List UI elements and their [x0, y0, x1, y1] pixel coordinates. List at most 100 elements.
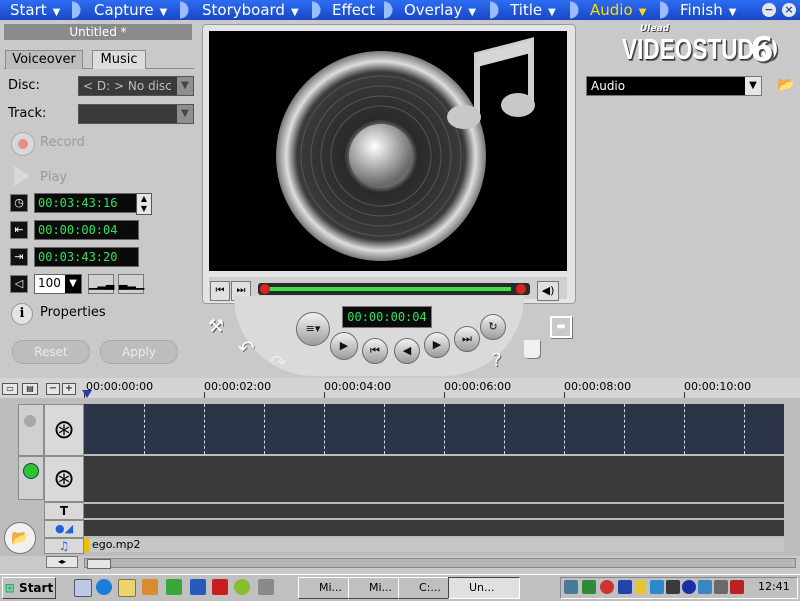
- scroll-arrows[interactable]: ◂▸: [46, 556, 78, 568]
- tools-icon[interactable]: ⚒: [208, 316, 224, 337]
- track-select[interactable]: ▼: [78, 104, 194, 124]
- menu-separator: [490, 0, 500, 20]
- chevron-down-icon: ▼: [177, 105, 193, 123]
- volume-icon[interactable]: ◁: [10, 275, 28, 293]
- close-button[interactable]: ×: [782, 3, 796, 17]
- ruler-label: 00:00:04:00: [324, 380, 392, 393]
- scrubber-start-marker[interactable]: [260, 284, 270, 294]
- ie-icon[interactable]: [96, 579, 112, 595]
- tray-icon[interactable]: [564, 580, 578, 594]
- title-track[interactable]: [84, 504, 784, 518]
- timecode-spinner[interactable]: ▲ ▼: [136, 193, 152, 215]
- task-button-4[interactable]: Un...: [448, 577, 520, 599]
- tray-icon[interactable]: [682, 580, 696, 594]
- library-select[interactable]: Audio ▼: [586, 76, 762, 96]
- undo-icon[interactable]: ↶: [238, 336, 255, 360]
- playhead-marker[interactable]: [82, 390, 92, 398]
- scrubber-end-marker[interactable]: [516, 284, 526, 294]
- menu-overlay[interactable]: Overlay ▼: [394, 0, 476, 20]
- folder-icon[interactable]: [118, 579, 136, 597]
- mark-out-icon[interactable]: ⇥: [10, 248, 28, 266]
- mark-in-icon[interactable]: ⇤: [10, 221, 28, 239]
- trash-icon[interactable]: [524, 340, 540, 358]
- start-button[interactable]: ⊞ Start: [2, 577, 56, 599]
- record-label[interactable]: Record: [40, 135, 85, 150]
- playback-scrubber[interactable]: [258, 283, 530, 295]
- tray-icon[interactable]: [730, 580, 744, 594]
- track-select-button[interactable]: ≡▾: [296, 312, 330, 346]
- overlay-track[interactable]: [84, 456, 784, 502]
- utility-icon[interactable]: [258, 579, 274, 595]
- zoom-in-icon[interactable]: +: [62, 383, 76, 395]
- disc-select[interactable]: < D: > No disc ▼: [78, 76, 194, 96]
- overlay-track-toggle[interactable]: [18, 456, 44, 500]
- minimize-button[interactable]: −: [762, 3, 776, 17]
- speaker-icon[interactable]: ◀): [537, 281, 559, 301]
- open-folder-button[interactable]: 📂: [4, 522, 36, 554]
- redo-icon[interactable]: ↷: [270, 350, 287, 374]
- tray-icon[interactable]: [600, 580, 614, 594]
- preview-timecode[interactable]: 00:00:00:04: [342, 306, 432, 328]
- duration-timecode[interactable]: 00:03:43:16: [34, 193, 139, 213]
- play-label[interactable]: Play: [40, 170, 67, 185]
- tray-icon[interactable]: [650, 580, 664, 594]
- tray-icon[interactable]: [714, 580, 728, 594]
- play-icon[interactable]: [14, 166, 30, 186]
- apply-button[interactable]: Apply: [100, 340, 178, 364]
- zoom-out-icon[interactable]: −: [46, 383, 60, 395]
- tab-music[interactable]: Music: [92, 50, 146, 69]
- menu-start[interactable]: Start ▼: [0, 0, 60, 20]
- voice-track[interactable]: [84, 520, 784, 536]
- end-button[interactable]: ⏭: [454, 326, 480, 352]
- storyboard-view-icon[interactable]: ▭: [2, 383, 18, 395]
- menu-capture[interactable]: Capture ▼: [84, 0, 167, 20]
- tool-icon[interactable]: [142, 579, 158, 595]
- play-button[interactable]: ▶: [330, 332, 358, 360]
- acrobat-icon[interactable]: [212, 579, 228, 595]
- scrollbar-thumb[interactable]: [87, 559, 111, 569]
- tray-icon[interactable]: [582, 580, 596, 594]
- timeline-scrollbar[interactable]: [84, 558, 796, 569]
- repeat-button[interactable]: ↻: [480, 314, 506, 340]
- mark-out-timecode[interactable]: 00:03:43:20: [34, 247, 139, 267]
- volume-select[interactable]: 100 ▼: [34, 274, 82, 294]
- tray-icon[interactable]: [666, 580, 680, 594]
- prev-frame-button[interactable]: ◀: [394, 338, 420, 364]
- home-button[interactable]: ⏮: [362, 338, 388, 364]
- next-frame-button[interactable]: ▶: [424, 332, 450, 358]
- globe-icon[interactable]: [166, 579, 182, 595]
- volume-value: 100: [38, 276, 61, 290]
- video-frame-divider: [324, 404, 325, 454]
- tray-icon[interactable]: [698, 580, 712, 594]
- fade-in-icon[interactable]: ▁▂▃: [88, 274, 114, 294]
- music-clip[interactable]: ego.mp2: [84, 538, 784, 552]
- info-icon[interactable]: i: [11, 303, 33, 325]
- menu-finish[interactable]: Finish ▼: [670, 0, 736, 20]
- help-icon[interactable]: ?: [492, 350, 502, 371]
- folder-open-icon[interactable]: 📂: [776, 76, 796, 94]
- menu-audio[interactable]: Audio ▼: [580, 0, 646, 20]
- music-track-icon: ♫: [44, 538, 84, 554]
- tray-icon[interactable]: [618, 580, 632, 594]
- reset-button[interactable]: Reset: [12, 340, 90, 364]
- menu-effect[interactable]: Effect: [322, 0, 381, 20]
- video-frame-divider: [564, 404, 565, 454]
- record-icon[interactable]: [11, 132, 35, 156]
- tab-voiceover[interactable]: Voiceover: [5, 50, 83, 69]
- tray-icon[interactable]: [636, 580, 646, 594]
- skip-start-icon[interactable]: ⏮: [210, 281, 230, 301]
- properties-label[interactable]: Properties: [40, 305, 106, 320]
- desktop-icon[interactable]: [74, 579, 92, 597]
- save-icon[interactable]: ▬: [550, 316, 572, 338]
- chevron-down-icon: ▼: [65, 275, 81, 293]
- ruler-label: 00:00:00:00: [86, 380, 154, 393]
- media-icon[interactable]: [190, 579, 206, 595]
- mark-in-timecode[interactable]: 00:00:00:04: [34, 220, 139, 240]
- app-icon[interactable]: [234, 579, 250, 595]
- fade-out-icon[interactable]: ▃▂▁: [118, 274, 144, 294]
- video-track-toggle[interactable]: [18, 404, 44, 456]
- timeline-view-icon[interactable]: ▤: [22, 383, 38, 395]
- menu-storyboard[interactable]: Storyboard ▼: [192, 0, 299, 20]
- video-track[interactable]: [84, 404, 784, 454]
- menu-title[interactable]: Title ▼: [500, 0, 556, 20]
